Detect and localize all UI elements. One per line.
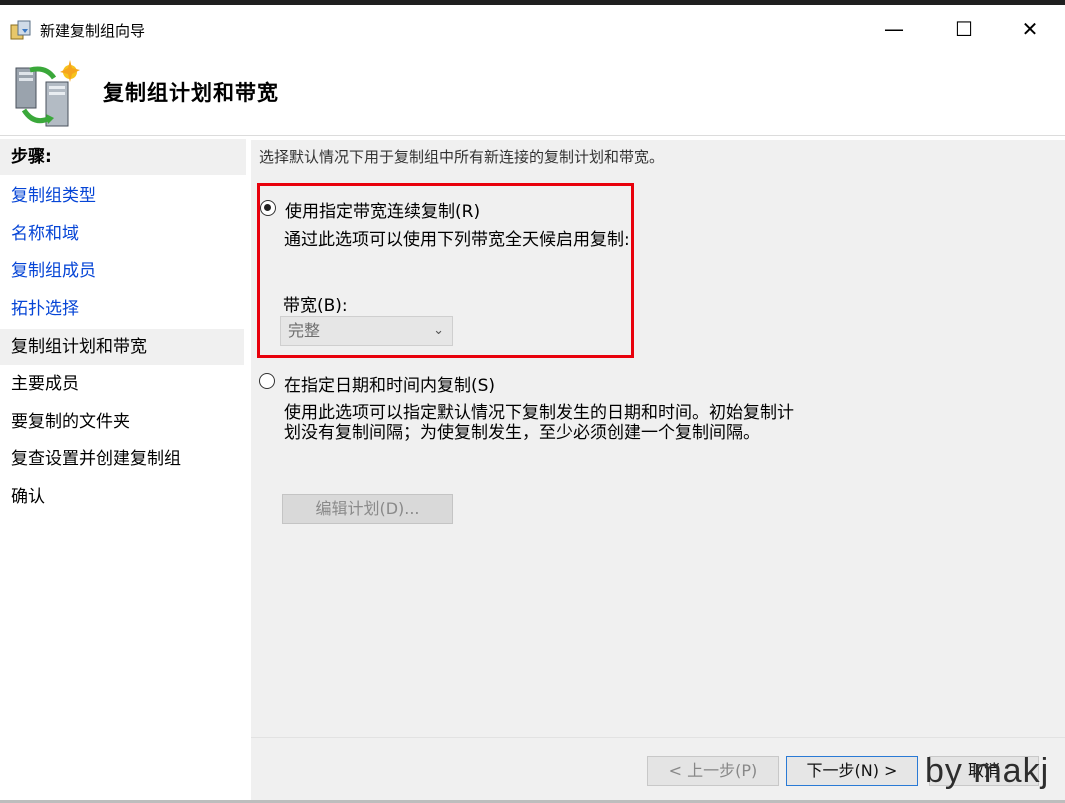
steps-heading: 步骤: — [0, 139, 246, 175]
step-confirmation: 确认 — [11, 487, 45, 507]
step-replication-group-type[interactable]: 复制组类型 — [0, 178, 244, 214]
scheduled-description-line-2: 划没有复制间隔；为使复制发生，至少必须创建一个复制间隔。 — [284, 423, 760, 443]
minimize-icon: — — [884, 16, 904, 41]
page-title: 复制组计划和带宽 — [103, 81, 279, 105]
window-title: 新建复制组向导 — [40, 22, 146, 40]
step-topology-selection[interactable]: 拓扑选择 — [0, 291, 244, 327]
scheduled-replication-description: 使用此选项可以指定默认情况下复制发生的日期和时间。初始复制计 划没有复制间隔；为… — [284, 403, 794, 443]
maximize-button[interactable]: ☐ — [929, 5, 999, 52]
step-name-and-domain[interactable]: 名称和域 — [0, 216, 244, 252]
scheduled-replication-radio[interactable] — [259, 373, 275, 389]
step-primary-member: 主要成员 — [11, 374, 79, 394]
close-button[interactable]: ✕ — [995, 5, 1065, 52]
step-group-members[interactable]: 复制组成员 — [0, 253, 244, 289]
continuous-replication-description: 通过此选项可以使用下列带宽全天候启用复制: — [284, 230, 630, 250]
bandwidth-select[interactable]: 完整 ⌄ — [280, 316, 453, 346]
continuous-replication-label[interactable]: 使用指定带宽连续复制(R) — [285, 197, 480, 222]
next-button[interactable]: 下一步(N) > — [786, 756, 918, 786]
close-icon: ✕ — [1021, 16, 1039, 41]
replication-servers-icon — [10, 60, 82, 132]
step-folders-to-replicate: 要复制的文件夹 — [11, 412, 130, 432]
continuous-replication-radio[interactable] — [260, 200, 276, 216]
watermark-text: by makj — [925, 752, 1050, 790]
step-review-and-create: 复查设置并创建复制组 — [11, 449, 181, 469]
scheduled-description-line-1: 使用此选项可以指定默认情况下复制发生的日期和时间。初始复制计 — [284, 403, 794, 423]
steps-sidebar: 步骤: 复制组类型 名称和域 复制组成员 拓扑选择 复制组计划和带宽 主要成员 … — [0, 136, 246, 800]
bandwidth-label: 带宽(B): — [283, 296, 348, 316]
wizard-app-icon — [10, 19, 34, 41]
scheduled-replication-label[interactable]: 在指定日期和时间内复制(S) — [284, 371, 495, 396]
main-panel: 选择默认情况下用于复制组中所有新连接的复制计划和带宽。 使用指定带宽连续复制(R… — [251, 140, 1065, 737]
edit-schedule-button[interactable]: 编辑计划(D)... — [282, 494, 453, 524]
previous-button[interactable]: < 上一步(P) — [647, 756, 779, 786]
step-schedule-and-bandwidth: 复制组计划和带宽 — [0, 329, 244, 365]
panel-description: 选择默认情况下用于复制组中所有新连接的复制计划和带宽。 — [259, 148, 665, 166]
bandwidth-select-value: 完整 — [288, 321, 321, 340]
maximize-icon: ☐ — [955, 16, 973, 41]
minimize-button[interactable]: — — [859, 5, 929, 52]
chevron-down-icon: ⌄ — [433, 323, 444, 338]
wizard-header: 复制组计划和带宽 — [0, 52, 1065, 136]
